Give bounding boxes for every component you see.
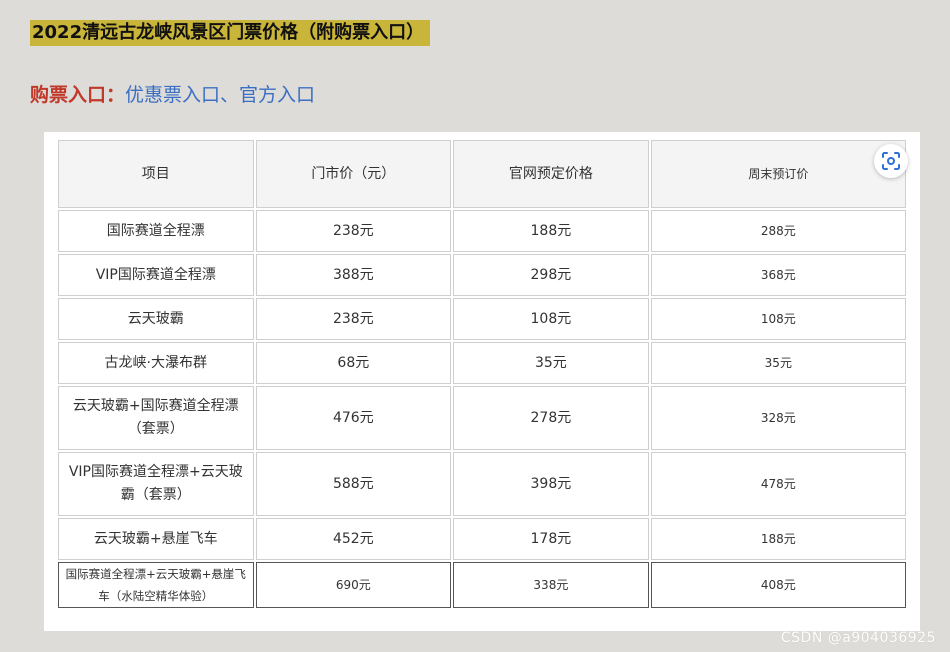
cell-list-price: 476元 [255, 386, 452, 450]
cell-weekend-price: 328元 [650, 386, 906, 450]
cell-online-price: 188元 [453, 210, 649, 252]
cell-item: 国际赛道全程漂+云天玻霸+悬崖飞车（水陆空精华体验） [58, 562, 254, 608]
cell-online-price: 398元 [453, 452, 649, 516]
cell-item: 古龙峡·大瀑布群 [58, 342, 254, 384]
table-row: 云天玻霸 238元 108元 108元 [58, 298, 906, 340]
cell-weekend-price: 188元 [650, 518, 906, 560]
scan-icon [882, 152, 900, 170]
cell-online-price: 35元 [453, 342, 649, 384]
cell-list-price: 452元 [255, 518, 452, 560]
entry-label: 购票入口： [30, 84, 126, 106]
cell-online-price: 108元 [453, 298, 649, 340]
cell-item: 云天玻霸 [58, 298, 254, 340]
cell-list-price: 68元 [255, 342, 452, 384]
cell-online-price: 298元 [453, 254, 649, 296]
cell-weekend-price: 408元 [650, 562, 906, 608]
table-header-row: 项目 门市价（元） 官网预定价格 周末预订价 [58, 140, 906, 208]
header-list-price: 门市价（元） [255, 140, 452, 208]
cell-list-price: 588元 [255, 452, 452, 516]
table-row: 古龙峡·大瀑布群 68元 35元 35元 [58, 342, 906, 384]
price-table-card: 项目 门市价（元） 官网预定价格 周末预订价 国际赛道全程漂 238元 188元… [44, 132, 920, 631]
price-table: 项目 门市价（元） 官网预定价格 周末预订价 国际赛道全程漂 238元 188元… [56, 138, 908, 610]
cell-weekend-price: 35元 [650, 342, 906, 384]
cell-item: 云天玻霸+国际赛道全程漂（套票） [58, 386, 254, 450]
table-row: 云天玻霸+悬崖飞车 452元 178元 188元 [58, 518, 906, 560]
table-row: 国际赛道全程漂 238元 188元 288元 [58, 210, 906, 252]
table-row: VIP国际赛道全程漂+云天玻霸（套票） 588元 398元 478元 [58, 452, 906, 516]
ticket-entry: 购票入口：优惠票入口、官方入口 [30, 82, 315, 108]
scan-button[interactable] [874, 144, 908, 178]
header-online-price: 官网预定价格 [453, 140, 649, 208]
cell-list-price: 690元 [255, 562, 452, 608]
cell-list-price: 238元 [255, 210, 452, 252]
cell-list-price: 238元 [255, 298, 452, 340]
header-weekend-price: 周末预订价 [650, 140, 906, 208]
table-row: 国际赛道全程漂+云天玻霸+悬崖飞车（水陆空精华体验） 690元 338元 408… [58, 562, 906, 608]
header-item: 项目 [58, 140, 254, 208]
link-separator: 、 [220, 84, 240, 106]
cell-item: VIP国际赛道全程漂+云天玻霸（套票） [58, 452, 254, 516]
table-row: VIP国际赛道全程漂 388元 298元 368元 [58, 254, 906, 296]
csdn-watermark: CSDN @a904036925 [780, 630, 936, 646]
discount-ticket-link[interactable]: 优惠票入口 [125, 84, 220, 106]
cell-item: VIP国际赛道全程漂 [58, 254, 254, 296]
article-title: 2022清远古龙峡风景区门票价格（附购票入口） [30, 20, 431, 46]
cell-weekend-price: 368元 [650, 254, 906, 296]
official-entry-link[interactable]: 官方入口 [239, 84, 315, 106]
cell-item: 国际赛道全程漂 [58, 210, 254, 252]
cell-online-price: 178元 [453, 518, 649, 560]
cell-online-price: 338元 [453, 562, 649, 608]
table-row: 云天玻霸+国际赛道全程漂（套票） 476元 278元 328元 [58, 386, 906, 450]
cell-weekend-price: 288元 [650, 210, 906, 252]
cell-weekend-price: 108元 [650, 298, 906, 340]
cell-weekend-price: 478元 [650, 452, 906, 516]
cell-list-price: 388元 [255, 254, 452, 296]
cell-item: 云天玻霸+悬崖飞车 [58, 518, 254, 560]
cell-online-price: 278元 [453, 386, 649, 450]
